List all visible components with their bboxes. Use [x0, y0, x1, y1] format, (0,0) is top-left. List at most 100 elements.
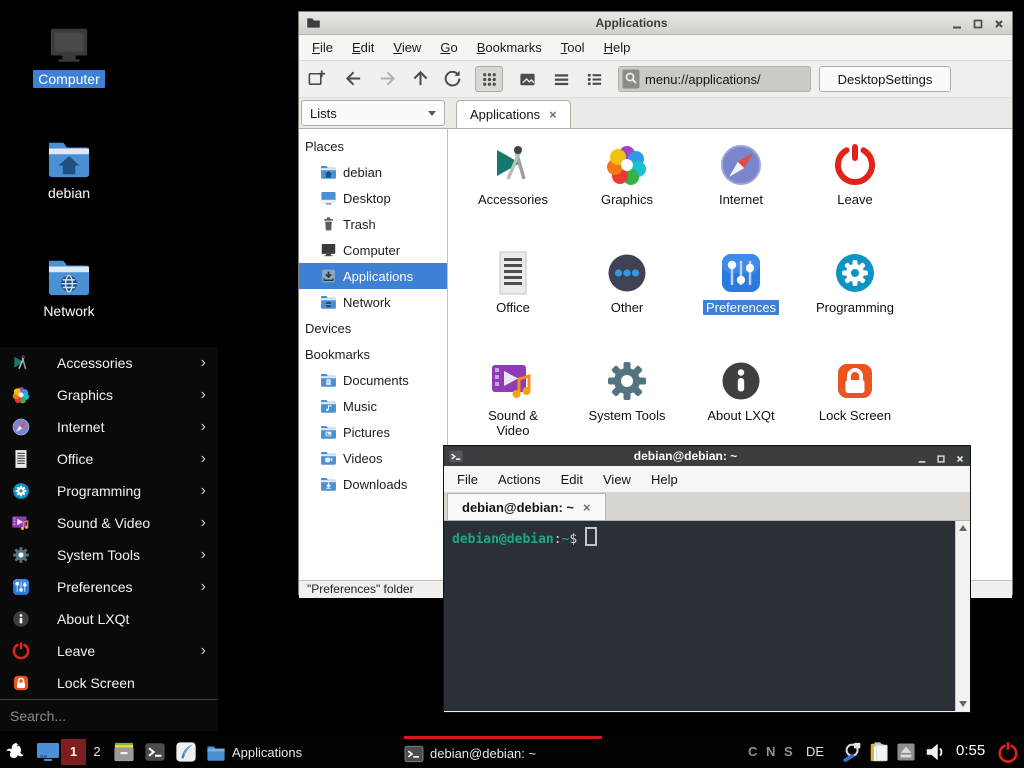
- menu-item[interactable]: Help: [604, 40, 631, 55]
- window-folder-icon: [306, 16, 321, 30]
- sidebar-item[interactable]: Videos: [299, 445, 447, 471]
- folder-item[interactable]: Accessories: [456, 141, 570, 249]
- main-menu-button[interactable]: [6, 741, 28, 763]
- workspace-1[interactable]: 1: [61, 739, 86, 765]
- eject-tray-icon[interactable]: [897, 743, 915, 761]
- task-button-terminal[interactable]: debian@debian: ~: [404, 736, 602, 768]
- app-menu-item[interactable]: Sound & Video ›: [0, 507, 218, 539]
- app-menu-item[interactable]: Leave ›: [0, 635, 218, 667]
- folder-item[interactable]: Office: [456, 249, 570, 357]
- close-button[interactable]: [993, 17, 1005, 29]
- address-bar[interactable]: menu://applications/: [618, 66, 811, 92]
- icon-view-button[interactable]: [475, 66, 503, 92]
- menu-item[interactable]: Bookmarks: [477, 40, 542, 55]
- tab-close-icon[interactable]: ×: [583, 501, 591, 514]
- desktop-icon-computer[interactable]: Computer: [5, 24, 133, 88]
- menu-search-input[interactable]: Search...: [0, 699, 218, 731]
- desktop: Computer debian Network Accessories › Gr…: [0, 0, 1024, 768]
- sidebar-item[interactable]: Downloads: [299, 471, 447, 497]
- scroll-up-icon[interactable]: [959, 525, 967, 531]
- internet-icon: [717, 141, 765, 189]
- forward-icon[interactable]: [378, 69, 397, 88]
- terminal-tab[interactable]: debian@debian: ~ ×: [447, 493, 606, 520]
- new-tab-icon[interactable]: [307, 69, 326, 88]
- terminal-screen[interactable]: debian@debian:~$: [444, 521, 955, 711]
- up-icon[interactable]: [411, 69, 430, 88]
- desktop-settings-button[interactable]: DesktopSettings: [819, 66, 951, 92]
- app-menu-item[interactable]: Programming ›: [0, 475, 218, 507]
- sidebar-item[interactable]: Computer: [299, 237, 447, 263]
- fm-titlebar[interactable]: Applications: [299, 12, 1012, 35]
- terminal-scrollbar[interactable]: [955, 521, 970, 711]
- power-button[interactable]: [997, 741, 1019, 763]
- graphics-icon: [603, 141, 651, 189]
- menu-item[interactable]: File: [312, 40, 333, 55]
- close-button[interactable]: [955, 451, 965, 461]
- fm-toolbar: menu://applications/ DesktopSettings: [299, 61, 1012, 98]
- refresh-icon[interactable]: [443, 69, 462, 88]
- sidebar-item[interactable]: Desktop: [299, 185, 447, 211]
- featherpad-launcher[interactable]: [175, 741, 197, 763]
- sidebar-item[interactable]: Devices: [299, 315, 447, 341]
- sidebar-item[interactable]: Music: [299, 393, 447, 419]
- folder-item[interactable]: Graphics: [570, 141, 684, 249]
- sidebar-item[interactable]: Documents: [299, 367, 447, 393]
- menu-item[interactable]: Edit: [352, 40, 374, 55]
- compact-view-button[interactable]: [547, 66, 575, 92]
- folder-item[interactable]: Preferences: [684, 249, 798, 357]
- menu-item[interactable]: Tool: [561, 40, 585, 55]
- app-menu-item[interactable]: Lock Screen ›: [0, 667, 218, 699]
- menu-item[interactable]: Go: [440, 40, 457, 55]
- app-menu-item[interactable]: Internet ›: [0, 411, 218, 443]
- other-icon: [603, 249, 651, 297]
- keyboard-layout[interactable]: DE: [806, 744, 824, 759]
- sidebar-item[interactable]: Places: [299, 133, 447, 159]
- app-menu-item[interactable]: Preferences ›: [0, 571, 218, 603]
- sidebar-item[interactable]: debian: [299, 159, 447, 185]
- app-menu-item[interactable]: System Tools ›: [0, 539, 218, 571]
- pcmanfm-launcher[interactable]: [113, 741, 135, 763]
- terminal-titlebar[interactable]: debian@debian: ~: [444, 446, 970, 466]
- folder-item[interactable]: Other: [570, 249, 684, 357]
- detailed-view-button[interactable]: [580, 66, 608, 92]
- clipboard-tray-icon[interactable]: [868, 741, 890, 763]
- screenshot-tray-icon[interactable]: [842, 741, 864, 763]
- desktop-icon-debian[interactable]: debian: [5, 138, 133, 202]
- sidebar-mode-select[interactable]: Lists: [301, 100, 445, 126]
- volume-icon[interactable]: [924, 741, 946, 763]
- menu-item[interactable]: File: [457, 472, 478, 487]
- thumbnail-view-button[interactable]: [513, 66, 541, 92]
- menu-item[interactable]: View: [393, 40, 421, 55]
- tab-applications[interactable]: Applications ×: [456, 100, 571, 128]
- minimize-button[interactable]: [917, 451, 927, 461]
- submenu-arrow-icon: ›: [201, 579, 206, 595]
- maximize-button[interactable]: [972, 17, 984, 29]
- folder-item[interactable]: Internet: [684, 141, 798, 249]
- folder-item[interactable]: Leave: [798, 141, 912, 249]
- app-menu-item[interactable]: Graphics ›: [0, 379, 218, 411]
- minimize-button[interactable]: [951, 17, 963, 29]
- tab-close-icon[interactable]: ×: [549, 108, 557, 121]
- sidebar-item[interactable]: Bookmarks: [299, 341, 447, 367]
- menu-item[interactable]: Edit: [561, 472, 583, 487]
- menu-item[interactable]: Actions: [498, 472, 541, 487]
- sidebar-item[interactable]: Network: [299, 289, 447, 315]
- scroll-down-icon[interactable]: [959, 701, 967, 707]
- clock[interactable]: 0:55: [956, 742, 985, 759]
- workspace-2[interactable]: 2: [88, 739, 106, 765]
- app-menu-item[interactable]: About LXQt ›: [0, 603, 218, 635]
- menu-item[interactable]: Help: [651, 472, 678, 487]
- sidebar-item[interactable]: Applications: [299, 263, 447, 289]
- back-icon[interactable]: [344, 69, 363, 88]
- maximize-button[interactable]: [936, 451, 946, 461]
- sidebar-item[interactable]: Trash: [299, 211, 447, 237]
- task-button-applications[interactable]: Applications: [206, 736, 302, 768]
- folder-item[interactable]: Programming: [798, 249, 912, 357]
- app-menu-item[interactable]: Accessories ›: [0, 347, 218, 379]
- app-menu-item[interactable]: Office ›: [0, 443, 218, 475]
- desktop-icon-network[interactable]: Network: [5, 256, 133, 320]
- qterminal-launcher[interactable]: [144, 741, 166, 763]
- show-desktop-button[interactable]: [36, 741, 60, 763]
- sidebar-item[interactable]: Pictures: [299, 419, 447, 445]
- menu-item[interactable]: View: [603, 472, 631, 487]
